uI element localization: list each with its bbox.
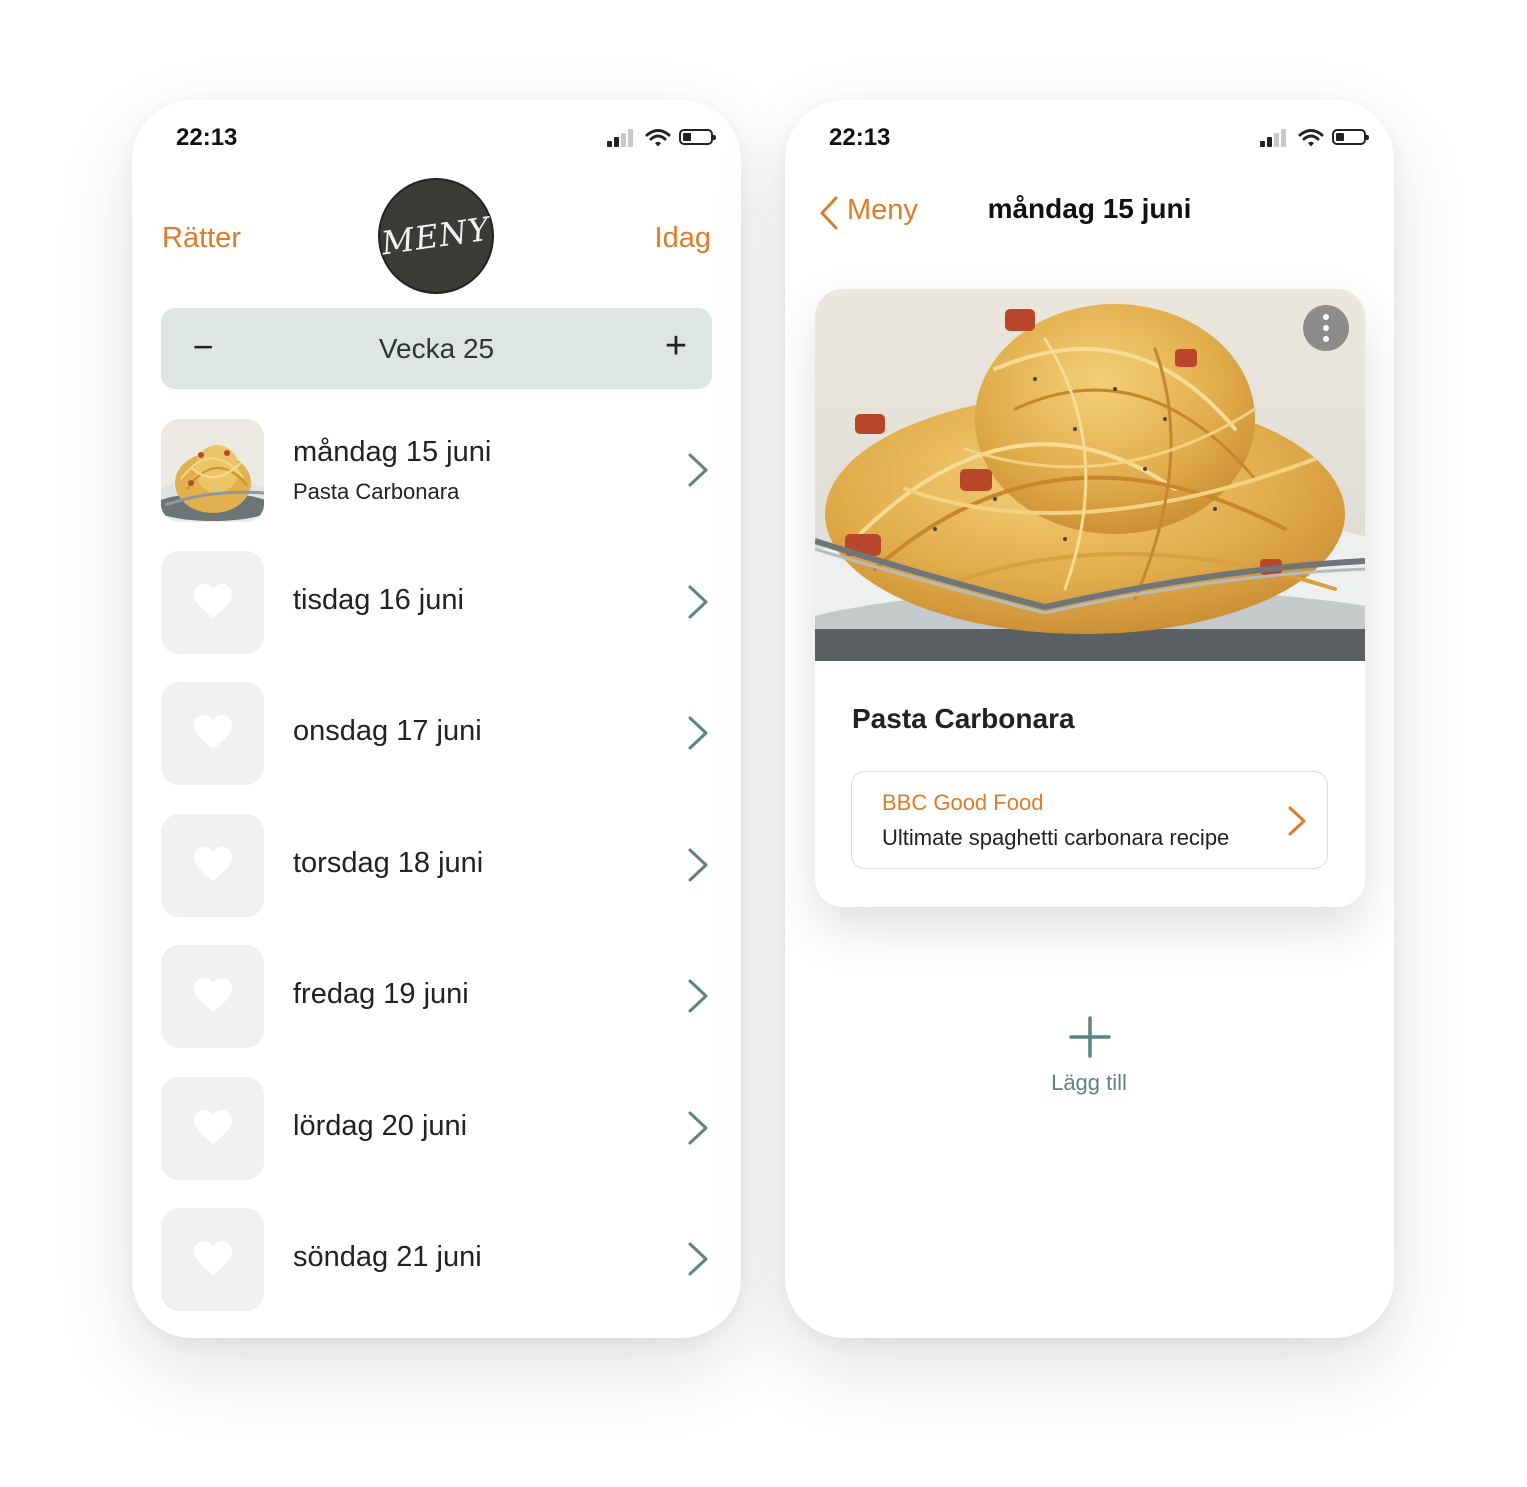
day-title: söndag 21 juni <box>293 1241 482 1273</box>
source-name: BBC Good Food <box>882 790 1044 815</box>
chevron-right-icon <box>688 848 708 882</box>
day-title: fredag 19 juni <box>293 978 469 1010</box>
pasta-thumbnail <box>161 419 264 522</box>
signal-icon <box>1260 127 1292 149</box>
day-detail-screen: 22:13 Meny måndag 15 juni Pasta Carbonar… <box>785 100 1394 1338</box>
heart-icon <box>194 978 232 1012</box>
empty-dish-placeholder <box>161 1077 264 1180</box>
day-title: onsdag 17 juni <box>293 715 482 747</box>
page-title: måndag 15 juni <box>987 193 1192 224</box>
chevron-right-icon <box>1288 806 1306 836</box>
heart-icon <box>194 715 232 749</box>
chevron-right-icon <box>688 1242 708 1276</box>
empty-dish-placeholder <box>161 682 264 785</box>
day-row-thursday[interactable]: torsdag 18 juni <box>161 814 712 918</box>
meny-logo: MENY <box>379 180 493 292</box>
empty-dish-placeholder <box>161 814 264 917</box>
add-dish-button[interactable]: Lägg till <box>989 1012 1189 1102</box>
wifi-icon <box>1298 129 1324 147</box>
recipe-card[interactable]: Pasta Carbonara BBC Good Food Ultimate s… <box>815 289 1365 907</box>
day-title: lördag 20 juni <box>293 1110 468 1142</box>
logo-text: MENY <box>379 209 493 263</box>
add-label: Lägg till <box>1051 1070 1127 1095</box>
status-time: 22:13 <box>176 124 238 151</box>
day-row-friday[interactable]: fredag 19 juni <box>161 945 712 1049</box>
today-link[interactable]: Idag <box>655 222 711 255</box>
chevron-right-icon <box>688 979 708 1013</box>
source-description: Ultimate spaghetti carbonara recipe <box>882 825 1230 850</box>
recipe-photo <box>815 289 1365 661</box>
plus-icon <box>1069 1016 1111 1058</box>
battery-icon <box>1332 129 1369 145</box>
day-title: torsdag 18 juni <box>293 847 484 879</box>
day-title: måndag 15 juni <box>293 436 492 468</box>
heart-icon <box>194 847 232 881</box>
week-label: Vecka 25 <box>378 333 495 364</box>
chevron-right-icon <box>688 453 708 487</box>
heart-icon <box>194 1241 232 1275</box>
day-row-wednesday[interactable]: onsdag 17 juni <box>161 682 712 786</box>
battery-icon <box>679 129 716 145</box>
week-menu-screen: 22:13 Rätter MENY Idag − Vecka 25 + månd… <box>132 100 741 1338</box>
recipe-source-link[interactable]: BBC Good Food Ultimate spaghetti carbona… <box>851 771 1328 869</box>
status-icons <box>1260 127 1370 149</box>
empty-dish-placeholder <box>161 1208 264 1311</box>
day-row-saturday[interactable]: lördag 20 juni <box>161 1077 712 1181</box>
signal-icon <box>607 127 639 149</box>
chevron-right-icon <box>688 585 708 619</box>
day-title: tisdag 16 juni <box>293 584 464 616</box>
day-row-tuesday[interactable]: tisdag 16 juni <box>161 551 712 655</box>
next-week-button[interactable]: + <box>656 326 696 366</box>
status-icons <box>607 127 717 149</box>
chevron-right-icon <box>688 716 708 750</box>
recipe-title: Pasta Carbonara <box>852 703 1075 734</box>
chevron-right-icon <box>688 1111 708 1145</box>
heart-icon <box>194 1110 232 1144</box>
day-dish: Pasta Carbonara <box>293 479 460 504</box>
wifi-icon <box>645 129 671 147</box>
status-time: 22:13 <box>829 124 891 151</box>
empty-dish-placeholder <box>161 945 264 1048</box>
empty-dish-placeholder <box>161 551 264 654</box>
heart-icon <box>194 584 232 618</box>
day-row-monday[interactable]: måndag 15 juni Pasta Carbonara <box>161 419 712 523</box>
more-options-button[interactable] <box>1303 305 1349 351</box>
week-selector: − Vecka 25 + <box>161 308 712 389</box>
day-row-sunday[interactable]: söndag 21 juni <box>161 1208 712 1312</box>
dishes-link[interactable]: Rätter <box>162 222 241 255</box>
